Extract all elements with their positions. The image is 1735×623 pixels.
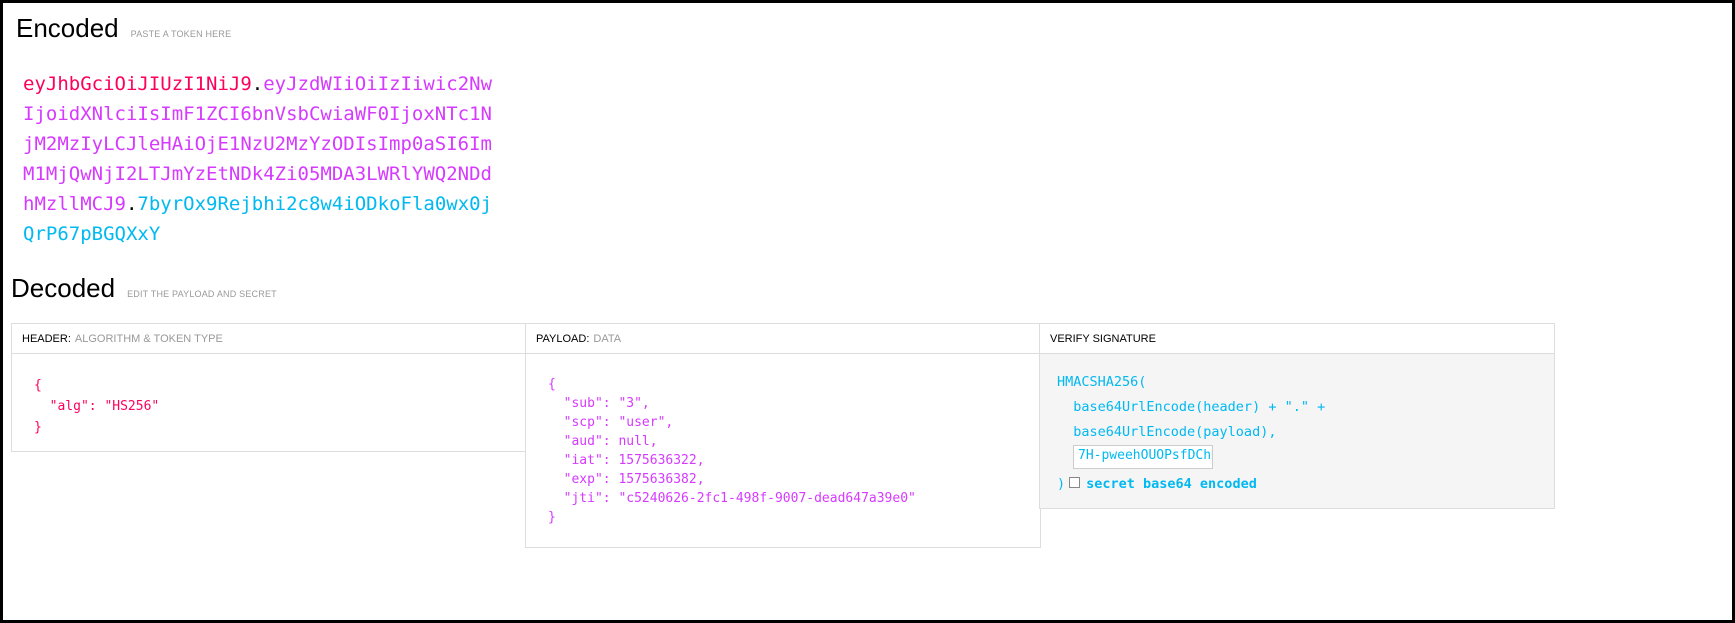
payload-panel-description: DATA <box>593 333 622 345</box>
encoded-subtitle: PASTE A TOKEN HERE <box>130 29 232 39</box>
header-json-editor[interactable]: { "alg": "HS256" } <box>12 354 526 438</box>
payload-panel: PAYLOAD: DATA { "sub": "3", "scp": "user"… <box>525 323 1041 548</box>
secret-base64-checkbox[interactable] <box>1069 477 1081 489</box>
jwt-debugger: Encoded PASTE A TOKEN HERE eyJhbGciOiJIU… <box>3 3 1732 620</box>
secret-input[interactable]: 7H-pweehOUOPsfDChRK9 <box>1073 445 1213 469</box>
verify-signature-panel: VERIFY SIGNATURE HMACSHA256( base64UrlEn… <box>1039 323 1555 509</box>
token-dot: . <box>125 193 138 215</box>
token-dot: . <box>251 73 264 95</box>
verify-fn-open: HMACSHA256( <box>1057 374 1147 390</box>
verify-panel-title: VERIFY SIGNATURE <box>1040 324 1554 354</box>
verify-code: HMACSHA256( base64UrlEncode(header) + ".… <box>1040 354 1554 496</box>
header-panel: HEADER: ALGORITHM & TOKEN TYPE { "alg": "… <box>11 323 527 452</box>
decoded-subtitle: EDIT THE PAYLOAD AND SECRET <box>127 289 277 299</box>
payload-panel-label: PAYLOAD: <box>536 333 590 345</box>
decoded-heading: Decoded EDIT THE PAYLOAD AND SECRET <box>11 273 277 304</box>
verify-line-payload: base64UrlEncode(payload), <box>1057 424 1277 440</box>
payload-panel-title: PAYLOAD: DATA <box>526 324 1040 354</box>
verify-line-header: base64UrlEncode(header) + "." + <box>1057 399 1326 415</box>
verify-fn-close: ) <box>1057 476 1066 492</box>
header-panel-description: ALGORITHM & TOKEN TYPE <box>74 333 223 345</box>
encoded-title: Encoded <box>16 13 119 43</box>
header-panel-title: HEADER: ALGORITHM & TOKEN TYPE <box>12 324 526 354</box>
verify-close-row: ) secret base64 encoded <box>1057 471 1554 496</box>
payload-json-editor[interactable]: { "sub": "3", "scp": "user", "aud": null… <box>526 354 1040 527</box>
header-panel-label: HEADER: <box>22 333 71 345</box>
token-header-part: eyJhbGciOiJIUzI1NiJ9 <box>23 73 252 95</box>
encoded-heading: Encoded PASTE A TOKEN HERE <box>16 13 231 44</box>
encoded-token-area[interactable]: eyJhbGciOiJIUzI1NiJ9.eyJzdWIiOiIzIiwic2N… <box>23 69 503 249</box>
secret-base64-label[interactable]: secret base64 encoded <box>1086 476 1257 492</box>
decoded-title: Decoded <box>11 273 116 303</box>
secret-row: 7H-pweehOUOPsfDChRK9 <box>1057 445 1554 471</box>
